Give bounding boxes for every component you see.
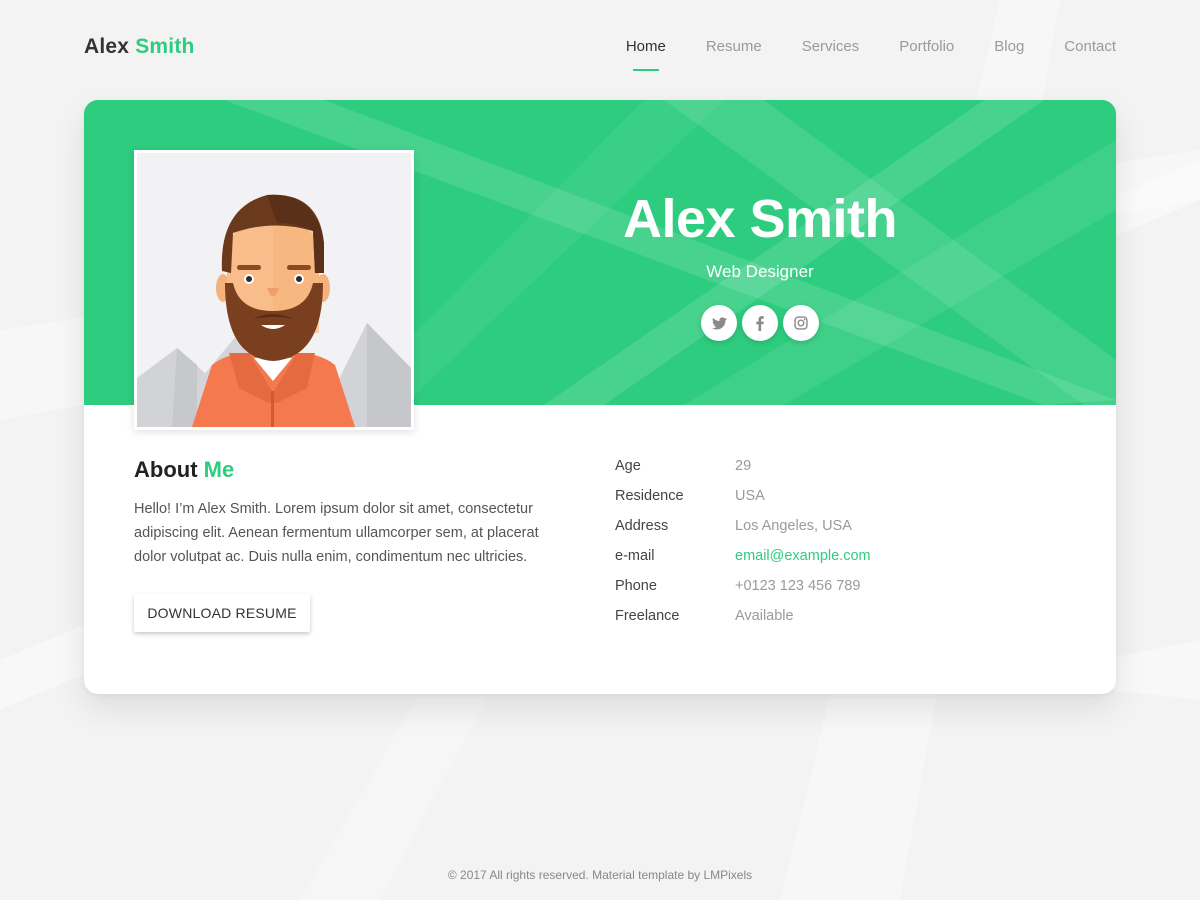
info-row-email: e-mail email@example.com <box>615 548 871 578</box>
site-header: Alex Smith Home Resume Services Portfoli… <box>84 0 1116 96</box>
profile-photo <box>134 150 414 430</box>
social-links <box>701 305 824 341</box>
info-value: Los Angeles, USA <box>735 518 852 534</box>
logo-last-name: Smith <box>135 35 195 58</box>
info-value: USA <box>735 488 765 504</box>
info-label: Age <box>615 458 641 474</box>
info-label: e-mail <box>615 548 655 564</box>
info-value: 29 <box>735 458 752 474</box>
info-label: Address <box>615 518 669 534</box>
info-value: Available <box>735 608 794 624</box>
logo-first-name: Alex <box>84 35 130 58</box>
about-title-second: Me <box>203 457 235 482</box>
about-title-first: About <box>134 457 198 482</box>
info-row-address: Address Los Angeles, USA <box>615 518 871 548</box>
download-resume-button[interactable]: DOWNLOAD RESUME <box>134 594 310 632</box>
info-row-age: Age 29 <box>615 458 871 488</box>
facebook-icon <box>756 315 764 331</box>
nav-item-blog[interactable]: Blog <box>994 38 1024 55</box>
nav-item-portfolio[interactable]: Portfolio <box>899 38 954 55</box>
profile-card: Alex Smith Web Designer About Me Hello! … <box>84 100 1116 694</box>
hero-name: Alex Smith <box>622 189 898 249</box>
info-label: Freelance <box>615 608 680 624</box>
personal-info-list: Age 29 Residence USA Address Los Angeles… <box>615 458 871 638</box>
twitter-icon <box>711 316 727 329</box>
info-label: Phone <box>615 578 657 594</box>
info-value: +0123 123 456 789 <box>735 578 861 594</box>
info-row-freelance: Freelance Available <box>615 608 871 638</box>
nav-item-resume[interactable]: Resume <box>706 38 762 55</box>
nav-item-contact[interactable]: Contact <box>1064 38 1116 55</box>
about-me-heading: About Me <box>134 457 234 483</box>
instagram-icon <box>794 316 808 330</box>
nav-item-services[interactable]: Services <box>802 38 860 55</box>
avatar-illustration <box>137 153 411 427</box>
site-logo[interactable]: Alex Smith <box>84 35 195 59</box>
footer-copyright: © 2017 All rights reserved. Material tem… <box>447 868 753 882</box>
twitter-button[interactable] <box>701 305 737 341</box>
facebook-button[interactable] <box>742 305 778 341</box>
email-link[interactable]: email@example.com <box>735 548 871 578</box>
nav-item-home[interactable]: Home <box>626 38 666 71</box>
about-description: Hello! I’m Alex Smith. Lorem ipsum dolor… <box>134 501 539 565</box>
hero-job-title: Web Designer <box>706 262 814 281</box>
instagram-button[interactable] <box>783 305 819 341</box>
info-label: Residence <box>615 488 684 504</box>
main-nav: Home Resume Services Portfolio Blog Cont… <box>586 38 1116 71</box>
info-row-phone: Phone +0123 123 456 789 <box>615 578 871 608</box>
info-row-residence: Residence USA <box>615 488 871 518</box>
